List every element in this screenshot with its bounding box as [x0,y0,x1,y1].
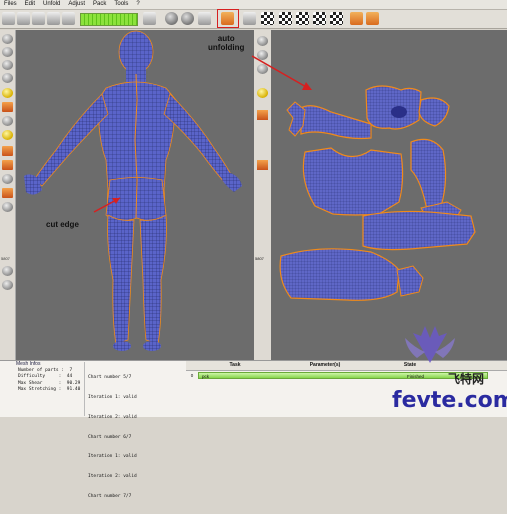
log-line: Iteration 1: valid [88,394,137,400]
col-task[interactable]: Task [200,361,270,370]
task-name: pck [202,374,210,379]
auto-unfolding-annotation: auto unfolding [208,34,245,52]
log-line: Iteration 2: valid [88,474,137,480]
wings-logo-icon [405,326,455,363]
view-sphere-icon[interactable] [2,34,13,44]
log-line: Iteration 1: valid [88,454,137,460]
close-tool-icon[interactable] [2,160,13,170]
view-sphere-icon-4[interactable] [2,73,13,83]
viewport-3d[interactable]: cut edge [16,30,254,360]
pack-icon[interactable] [350,12,363,25]
uv-close-icon[interactable] [257,160,268,170]
uv-view-sphere-icon[interactable] [257,36,268,46]
watermark-brand: 飞特网 [448,372,485,386]
progress-indicator [80,13,138,26]
uv-view-sphere-icon-3[interactable] [257,64,268,74]
sphere-view-icon[interactable] [165,12,178,25]
menu-tools[interactable]: Tools [110,0,132,9]
new-file-icon[interactable] [2,12,15,25]
viewport-divider[interactable]: 5807 [254,30,271,360]
view-sphere-icon-2[interactable] [2,47,13,57]
select-icon[interactable] [2,102,13,112]
checker-shear-icon[interactable] [296,12,309,25]
arrow-tool-icon[interactable] [2,146,13,156]
cut-edge-arrow [93,197,121,213]
optimize-icon[interactable] [243,12,256,25]
light-icon-2[interactable] [2,130,13,140]
log-line: Chart number 5/7 [88,375,132,381]
uv-view-sphere-icon-2[interactable] [257,50,268,60]
pan-icon[interactable] [2,280,13,290]
log-line: Chart number 7/7 [88,493,132,499]
mesh-info-panel: Mesh Infos Number of parts : 7 Difficult… [2,361,82,417]
watermark-site: fevte.com [392,388,507,413]
checker-alt-icon[interactable] [313,12,326,25]
weld-icon[interactable] [198,12,211,25]
move-tool-icon[interactable] [2,174,13,184]
mesh-info-title: Mesh Infos [16,361,41,367]
menu-edit[interactable]: Edit [21,0,39,9]
pin-icon[interactable] [2,116,13,126]
uv-islands [279,85,476,301]
cut-edges-icon[interactable] [181,12,194,25]
right-zoom-label: 5807 [255,256,264,261]
app-window: Files Edit Unfold Adjust Pack Tools ? 58… [0,0,507,499]
view-sphere-icon-3[interactable] [2,60,13,70]
left-tool-strip: 5807 [0,30,16,360]
rotate-tool-icon[interactable] [2,188,13,198]
col-parameters[interactable]: Parameter(s) [270,361,380,370]
checker-large-icon[interactable] [330,12,343,25]
checker-icon[interactable] [261,12,274,25]
light-icon[interactable] [2,88,13,98]
menu-help[interactable]: ? [132,0,143,9]
save-file-icon[interactable] [32,12,45,25]
menu-pack[interactable]: Pack [89,0,110,9]
menu-bar: Files Edit Unfold Adjust Pack Tools ? [0,0,507,10]
menu-unfold[interactable]: Unfold [39,0,64,9]
main-toolbar [0,10,507,29]
checker-stretch-icon[interactable] [279,12,292,25]
menu-files[interactable]: Files [0,0,21,9]
task-id: 0 [190,373,194,378]
log-panel[interactable]: Chart number 5/7 Iteration 1: valid Iter… [84,362,182,499]
camera-icon[interactable] [143,12,156,25]
left-zoom-label: 5807 [1,256,10,261]
uv-light-icon[interactable] [257,88,268,98]
mesh-info-row: Max Stretching : 91.40 [18,387,81,393]
uv-select-icon[interactable] [257,110,268,120]
auto-unfold-highlight [217,9,239,28]
open-file-icon[interactable] [17,12,30,25]
undo-icon[interactable] [47,12,60,25]
pack-options-icon[interactable] [366,12,379,25]
scale-tool-icon[interactable] [2,202,13,212]
viewport-uv[interactable] [271,30,507,360]
menu-adjust[interactable]: Adjust [64,0,89,9]
log-line: Chart number 6/7 [88,434,132,440]
zoom-icon[interactable] [2,266,13,276]
redo-icon[interactable] [62,12,75,25]
